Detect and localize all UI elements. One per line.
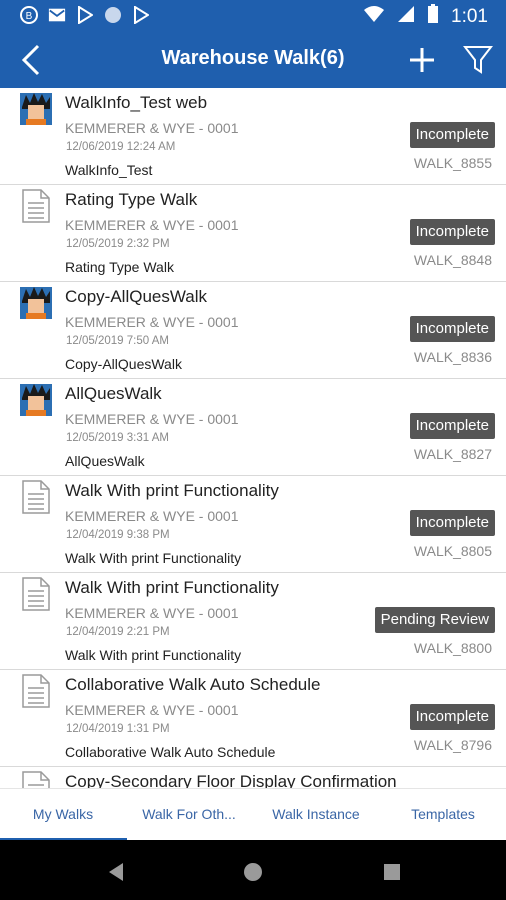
walk-list: WalkInfo_Test web KEMMERER & WYE - 0001 … [0, 88, 506, 788]
status-badge: Pending Review [374, 607, 495, 633]
walk-id: WALK_8796 [413, 737, 492, 753]
status-badge: Incomplete [409, 219, 495, 245]
walk-datetime: 12/04/2019 9:38 PM [66, 529, 170, 541]
list-item[interactable]: AllQuesWalk KEMMERER & WYE - 0001 12/05/… [0, 379, 506, 476]
walk-title: Walk With print Functionality [65, 481, 279, 500]
document-icon [22, 480, 50, 514]
system-nav-bar [0, 840, 506, 900]
play-icon [76, 6, 94, 24]
walk-subtitle: Collaborative Walk Auto Schedule [65, 744, 276, 760]
filter-button[interactable] [460, 42, 496, 78]
walk-datetime: 12/04/2019 2:21 PM [66, 626, 170, 638]
status-badge: Incomplete [409, 122, 495, 148]
walk-title: AllQuesWalk [65, 384, 162, 403]
walk-subtitle: Rating Type Walk [65, 259, 174, 275]
list-item[interactable]: Copy-AllQuesWalk KEMMERER & WYE - 0001 1… [0, 282, 506, 379]
filter-funnel-icon [463, 46, 493, 74]
walk-subtitle: WalkInfo_Test [65, 162, 153, 178]
walk-company: KEMMERER & WYE - 0001 [65, 217, 239, 233]
walk-id: WALK_8836 [413, 349, 492, 365]
user-avatar-icon [20, 384, 52, 416]
play-icon [132, 6, 150, 24]
walk-id: WALK_8800 [413, 640, 492, 656]
walk-title: Rating Type Walk [65, 190, 198, 209]
tab-templates[interactable]: Templates [380, 789, 506, 841]
walk-company: KEMMERER & WYE - 0001 [65, 314, 239, 330]
status-badge: Incomplete [409, 413, 495, 439]
document-icon [22, 189, 50, 223]
user-avatar-icon [20, 287, 52, 319]
walk-company: KEMMERER & WYE - 0001 [65, 702, 239, 718]
list-item[interactable]: Walk With print Functionality KEMMERER &… [0, 476, 506, 573]
home-circle-icon[interactable] [241, 860, 265, 884]
b-circle-icon: B [20, 6, 38, 24]
wifi-icon [363, 5, 385, 29]
signal-icon [397, 5, 415, 29]
walk-subtitle: AllQuesWalk [65, 453, 145, 469]
walk-datetime: 12/04/2019 1:31 PM [66, 723, 170, 735]
status-bar: B 1:01 [0, 0, 506, 32]
status-badge: Incomplete [409, 704, 495, 730]
clock-time: 1:01 [451, 6, 488, 27]
walk-subtitle: Copy-AllQuesWalk [65, 356, 182, 372]
walk-company: KEMMERER & WYE - 0001 [65, 411, 239, 427]
list-item[interactable]: WalkInfo_Test web KEMMERER & WYE - 0001 … [0, 88, 506, 185]
status-badge: Incomplete [409, 316, 495, 342]
list-item[interactable]: Walk With print Functionality KEMMERER &… [0, 573, 506, 670]
walk-datetime: 12/05/2019 2:32 PM [66, 238, 170, 250]
mail-icon [48, 6, 66, 24]
recents-square-icon[interactable] [380, 860, 404, 884]
walk-title: Copy-AllQuesWalk [65, 287, 208, 306]
walk-datetime: 12/06/2019 12:24 AM [66, 141, 176, 153]
circle-icon [104, 6, 122, 24]
list-item[interactable]: Collaborative Walk Auto Schedule KEMMERE… [0, 670, 506, 767]
walk-id: WALK_8805 [413, 543, 492, 559]
svg-text:B: B [26, 11, 33, 22]
walk-subtitle: Walk With print Functionality [65, 647, 242, 663]
tab-my-walks[interactable]: My Walks [0, 789, 126, 841]
walk-company: KEMMERER & WYE - 0001 [65, 605, 239, 621]
document-icon [22, 674, 50, 708]
walk-subtitle: Walk With print Functionality [65, 550, 242, 566]
list-item[interactable]: Copy-Secondary Floor Display Confirmatio… [0, 767, 506, 788]
status-badge: Incomplete [409, 510, 495, 536]
tab-walk-for-others[interactable]: Walk For Oth... [126, 789, 252, 841]
walk-id: WALK_8827 [413, 446, 492, 462]
list-item[interactable]: Rating Type Walk KEMMERER & WYE - 0001 1… [0, 185, 506, 282]
bottom-tab-bar: My Walks Walk For Oth... Walk Instance T… [0, 788, 506, 841]
walk-datetime: 12/05/2019 3:31 AM [66, 432, 169, 444]
walk-company: KEMMERER & WYE - 0001 [65, 120, 239, 136]
battery-icon [427, 4, 439, 30]
walk-title: Walk With print Functionality [65, 578, 279, 597]
app-bar: Warehouse Walk(6) [0, 32, 506, 88]
document-icon [22, 771, 50, 788]
walk-id: WALK_8848 [413, 252, 492, 268]
add-walk-button[interactable] [405, 42, 439, 78]
back-triangle-icon[interactable] [104, 860, 128, 884]
walk-title: Collaborative Walk Auto Schedule [65, 675, 321, 694]
walk-company: KEMMERER & WYE - 0001 [65, 508, 239, 524]
tab-walk-instance[interactable]: Walk Instance [253, 789, 379, 841]
walk-datetime: 12/05/2019 7:50 AM [66, 335, 169, 347]
user-avatar-icon [20, 93, 52, 125]
walk-id: WALK_8855 [413, 155, 492, 171]
plus-icon [410, 48, 434, 72]
walk-title: WalkInfo_Test web [65, 93, 208, 112]
walk-title: Copy-Secondary Floor Display Confirmatio… [65, 772, 397, 788]
document-icon [22, 577, 50, 611]
